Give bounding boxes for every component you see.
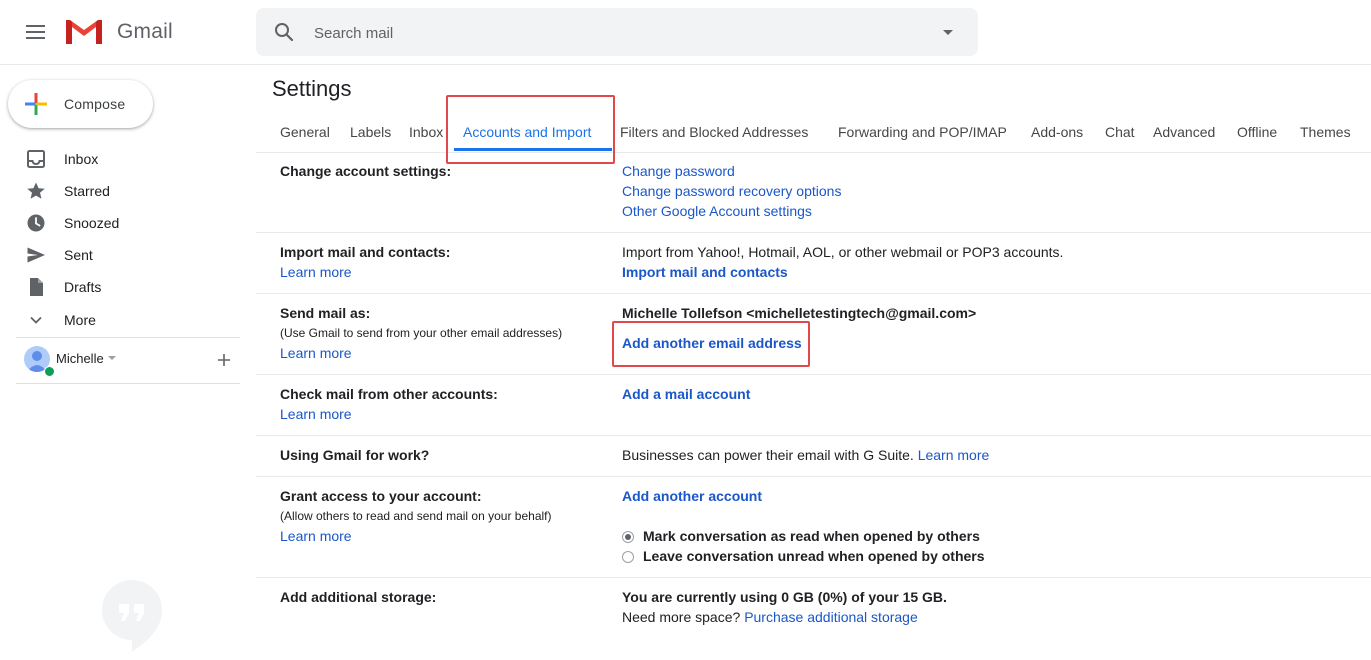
row-divider [256,435,1371,436]
send-as-address: Michelle Tollefson <michelletestingtech@… [622,305,977,321]
tab-filters-and-blocked-addresses[interactable]: Filters and Blocked Addresses [620,124,808,140]
annotation-highlight-tab [446,95,615,164]
row-label-work: Using Gmail for work? [280,447,430,463]
storage-need-more: Need more space? Purchase additional sto… [622,609,918,625]
work-text: Businesses can power their email with G … [622,447,914,463]
menu-icon-line [26,31,45,33]
import-description: Import from Yahoo!, Hotmail, AOL, or oth… [622,244,1064,260]
row-label-change-account: Change account settings: [280,163,452,179]
top-bar: Gmail [0,0,1371,65]
tab-themes[interactable]: Themes [1300,124,1351,140]
sidebar-item-drafts[interactable]: Drafts [0,271,240,303]
menu-icon-line [26,25,45,27]
row-label-send-as: Send mail as: [280,305,371,321]
compose-button[interactable]: Compose [8,80,153,128]
sidebar-item-label: Inbox [64,151,99,167]
compose-label: Compose [64,96,126,112]
row-label-check-mail: Check mail from other accounts: [280,386,498,402]
sidebar-item-label: Drafts [64,279,102,295]
leave-unread-radio[interactable] [622,551,634,563]
mark-read-label[interactable]: Mark conversation as read when opened by… [643,528,980,544]
sidebar-item-snoozed[interactable]: Snoozed [0,207,240,239]
chevron-down-icon [30,316,42,324]
inbox-icon [27,150,45,168]
hangouts-user-name[interactable]: Michelle [56,351,104,366]
draft-icon [30,278,43,296]
star-icon [27,182,45,199]
compose-plus-icon [25,93,47,115]
row-label-import: Import mail and contacts: [280,244,451,260]
tab-inbox[interactable]: Inbox [409,124,443,140]
sidebar-item-label: Sent [64,247,93,263]
online-status-dot [44,366,55,377]
sidebar-item-label: Snoozed [64,215,120,231]
row-divider [256,293,1371,294]
leave-unread-label[interactable]: Leave conversation unread when opened by… [643,548,985,564]
sidebar-item-inbox[interactable]: Inbox [0,143,240,175]
sidebar-item-sent[interactable]: Sent [0,239,240,271]
gmail-logo-icon[interactable] [64,16,104,46]
learn-more-link[interactable]: Learn more [280,264,352,280]
row-divider [256,374,1371,375]
learn-more-link[interactable]: Learn more [280,345,352,361]
purchase-storage-link[interactable]: Purchase additional storage [744,609,918,625]
tab-chat[interactable]: Chat [1105,124,1135,140]
row-divider [256,476,1371,477]
mark-read-radio[interactable] [622,531,634,543]
import-mail-and-contacts-link[interactable]: Import mail and contacts [622,264,788,280]
g-suite-learn-more-link[interactable]: Learn more [918,447,990,463]
sidebar-item-more[interactable]: More [0,304,240,336]
user-status-caret-icon[interactable] [108,356,116,360]
tab-offline[interactable]: Offline [1237,124,1277,140]
work-description: Businesses can power their email with G … [622,447,989,463]
learn-more-link[interactable]: Learn more [280,406,352,422]
add-another-account-link[interactable]: Add another account [622,488,762,504]
hangouts-quote-icon [102,580,162,652]
clock-icon [27,214,45,232]
tab-labels[interactable]: Labels [350,124,391,140]
row-label-storage: Add additional storage: [280,589,437,605]
search-bar[interactable] [256,8,978,56]
row-divider [256,577,1371,578]
tab-forwarding-and-pop-imap[interactable]: Forwarding and POP/IMAP [838,124,1007,140]
search-input[interactable] [312,20,916,46]
main-menu-button[interactable] [16,16,56,48]
app-name: Gmail [117,20,173,43]
send-icon [27,247,45,263]
tab-general[interactable]: General [280,124,330,140]
grant-access-description: (Allow others to read and send mail on y… [280,509,552,523]
other-google-account-settings-link[interactable]: Other Google Account settings [622,203,812,219]
sidebar-divider [16,383,240,384]
sidebar-divider [16,337,240,338]
change-password-recovery-link[interactable]: Change password recovery options [622,183,841,199]
change-password-link[interactable]: Change password [622,163,735,179]
sidebar-item-starred[interactable]: Starred [0,175,240,207]
send-as-description: (Use Gmail to send from your other email… [280,326,563,340]
search-icon[interactable] [272,20,296,44]
page-title: Settings [272,76,352,101]
search-options-caret-icon[interactable] [936,20,960,44]
learn-more-link[interactable]: Learn more [280,528,352,544]
row-divider [256,232,1371,233]
settings-tabs: General Labels Inbox Accounts and Import… [256,112,1371,153]
sidebar-item-label: More [64,312,96,328]
add-contact-plus-icon[interactable] [214,350,234,370]
sidebar-item-label: Starred [64,183,110,199]
add-another-email-address-link[interactable]: Add another email address [622,335,802,351]
menu-icon-line [26,37,45,39]
tab-advanced[interactable]: Advanced [1153,124,1215,140]
tab-add-ons[interactable]: Add-ons [1031,124,1083,140]
storage-usage: You are currently using 0 GB (0%) of you… [622,589,947,605]
need-more-text: Need more space? [622,609,741,625]
add-mail-account-link[interactable]: Add a mail account [622,386,750,402]
row-label-grant-access: Grant access to your account: [280,488,482,504]
